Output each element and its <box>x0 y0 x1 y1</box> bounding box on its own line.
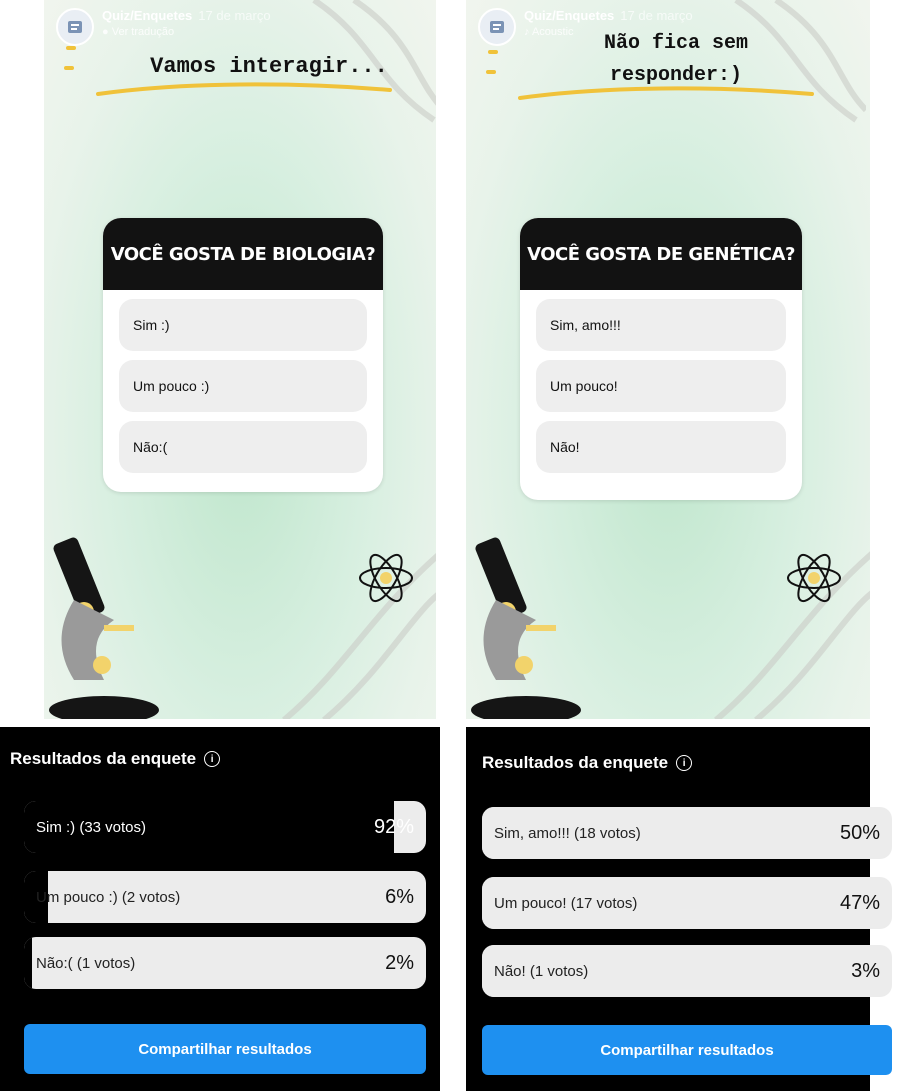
story-right: Quiz/Enquetes 17 de março ♪ Acoustic Não … <box>466 0 870 719</box>
music-icon: ♪ <box>524 26 530 38</box>
result-row: Não! (1 votos) 3% <box>482 945 892 997</box>
result-percent: 3% <box>851 959 880 982</box>
results-title: Resultados da enquete <box>482 753 669 772</box>
result-row: Um pouco! (17 votos) 47% <box>482 877 892 929</box>
translate-link[interactable]: Ver tradução <box>112 26 174 38</box>
result-row: Sim, amo!!! (18 votos) 50% <box>482 807 892 859</box>
poll-question: Você gosta de genética? <box>520 218 802 290</box>
poll-question: Você gosta de biologia? <box>103 218 383 290</box>
account-name[interactable]: Quiz/Enquetes <box>102 8 192 23</box>
poll-option[interactable]: Um pouco :) <box>119 360 367 412</box>
share-results-button[interactable]: Compartilhar resultados <box>482 1025 892 1075</box>
avatar-icon[interactable] <box>478 8 516 46</box>
headline-dash <box>66 46 76 50</box>
translate-icon: ● <box>102 26 109 38</box>
info-icon[interactable]: i <box>676 755 693 771</box>
poll-option[interactable]: Sim, amo!!! <box>536 299 786 351</box>
result-label: Não:( (1 votos) <box>36 954 136 972</box>
microscope-icon <box>49 537 159 719</box>
results-title: Resultados da enquete <box>10 749 197 768</box>
story-headline-line1: Não fica sem <box>603 32 749 55</box>
headline-underline <box>96 82 392 96</box>
poll-card: Você gosta de biologia? Sim :) Um pouco … <box>103 218 383 492</box>
result-label: Um pouco! (17 votos) <box>494 894 638 912</box>
poll-results-left: Resultados da enquete i Sim :) (33 votos)… <box>0 727 440 1091</box>
info-icon[interactable]: i <box>204 751 221 767</box>
story-header: Quiz/Enquetes 17 de março ● Ver tradução <box>56 8 271 46</box>
result-label: Um pouco :) (2 votos) <box>36 888 181 906</box>
result-fill <box>482 945 495 997</box>
atom-icon <box>359 553 413 603</box>
atom-icon <box>787 553 841 603</box>
result-percent: 47% <box>839 891 880 914</box>
result-percent: 50% <box>839 821 880 844</box>
result-row: Não:( (1 votos) 2% <box>24 937 426 989</box>
result-row: Sim :) (33 votos) 92% <box>24 801 426 853</box>
result-percent: 2% <box>385 951 414 974</box>
story-left: Quiz/Enquetes 17 de março ● Ver tradução … <box>44 0 436 719</box>
result-label: Sim :) (33 votos) <box>36 818 147 836</box>
result-row: Um pouco :) (2 votos) 6% <box>24 871 426 923</box>
headline-underline <box>518 86 814 100</box>
result-percent: 6% <box>385 885 414 908</box>
share-results-button[interactable]: Compartilhar resultados <box>24 1024 426 1074</box>
result-label: Sim, amo!!! (18 votos) <box>494 824 641 842</box>
account-name[interactable]: Quiz/Enquetes <box>524 8 614 23</box>
headline-dash <box>488 50 498 54</box>
result-percent: 92% <box>373 815 414 838</box>
story-headline: Vamos interagir... <box>150 54 388 79</box>
microscope-icon <box>471 537 581 719</box>
poll-results-right: Resultados da enquete i Sim, amo!!! (18 v… <box>466 727 892 1091</box>
poll-option[interactable]: Sim :) <box>119 299 367 351</box>
avatar-icon[interactable] <box>56 8 94 46</box>
result-label: Não! (1 votos) <box>494 962 589 980</box>
poll-option[interactable]: Não! <box>536 421 786 473</box>
post-date: 17 de março <box>620 8 693 23</box>
result-fill <box>24 937 33 989</box>
post-date: 17 de março <box>198 8 271 23</box>
poll-option[interactable]: Não:( <box>119 421 367 473</box>
poll-card: Você gosta de genética? Sim, amo!!! Um p… <box>520 218 802 500</box>
headline-dash <box>64 66 74 70</box>
poll-option[interactable]: Um pouco! <box>536 360 786 412</box>
headline-dash <box>486 70 496 74</box>
